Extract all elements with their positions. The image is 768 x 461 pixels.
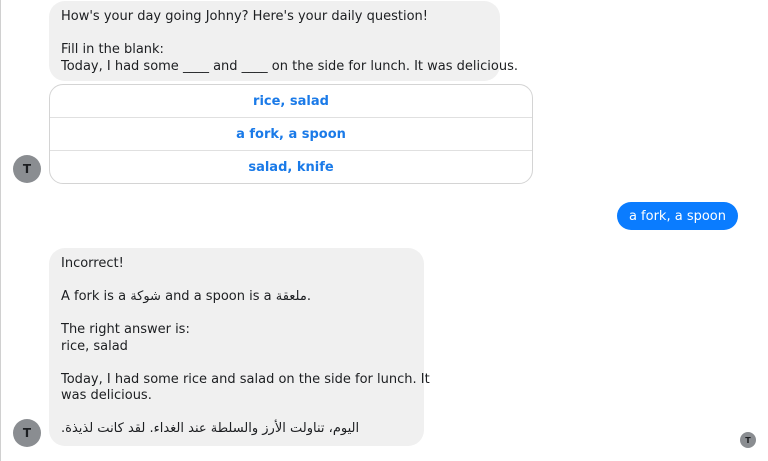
completed-sentence-line2: was delicious. bbox=[61, 388, 152, 403]
bot-avatar[interactable]: T bbox=[13, 155, 41, 183]
completed-sentence-line1: Today, I had some rice and salad on the … bbox=[61, 371, 430, 387]
chat-left-border bbox=[0, 0, 1, 461]
blank-sentence-text: Today, I had some ____ and ____ on the s… bbox=[61, 58, 518, 74]
read-receipt-avatar: T bbox=[740, 432, 756, 448]
answer-value: rice, salad bbox=[61, 338, 128, 354]
bot-avatar[interactable]: T bbox=[13, 419, 41, 447]
bot-question-bubble: How's your day going Johny? Here's your … bbox=[49, 1, 518, 81]
vocab-text: A fork is a شوكة and a spoon is a ملعقة. bbox=[61, 289, 311, 304]
greeting-text: How's your day going Johny? Here's your … bbox=[61, 9, 428, 24]
quick-reply-list: rice, salad a fork, a spoon salad, knife bbox=[49, 84, 533, 184]
quick-reply-fork-spoon[interactable]: a fork, a spoon bbox=[50, 118, 532, 151]
arabic-fork-word: شوكة bbox=[130, 289, 161, 304]
arabic-spoon-word: ملعقة bbox=[275, 289, 307, 304]
verdict-text: Incorrect! bbox=[61, 256, 124, 271]
quick-reply-rice-salad[interactable]: rice, salad bbox=[50, 85, 532, 118]
instruction-text: Fill in the blank: bbox=[61, 42, 164, 57]
arabic-translation-text: اليوم، تناولت الأرز والسلطة عند الغداء. … bbox=[61, 421, 360, 436]
quick-reply-salad-knife[interactable]: salad, knife bbox=[50, 151, 532, 183]
answer-label: The right answer is: bbox=[61, 322, 190, 337]
bot-feedback-bubble: Incorrect! A fork is a شوكة and a spoon … bbox=[49, 248, 430, 446]
user-reply-bubble: a fork, a spoon bbox=[616, 202, 738, 230]
